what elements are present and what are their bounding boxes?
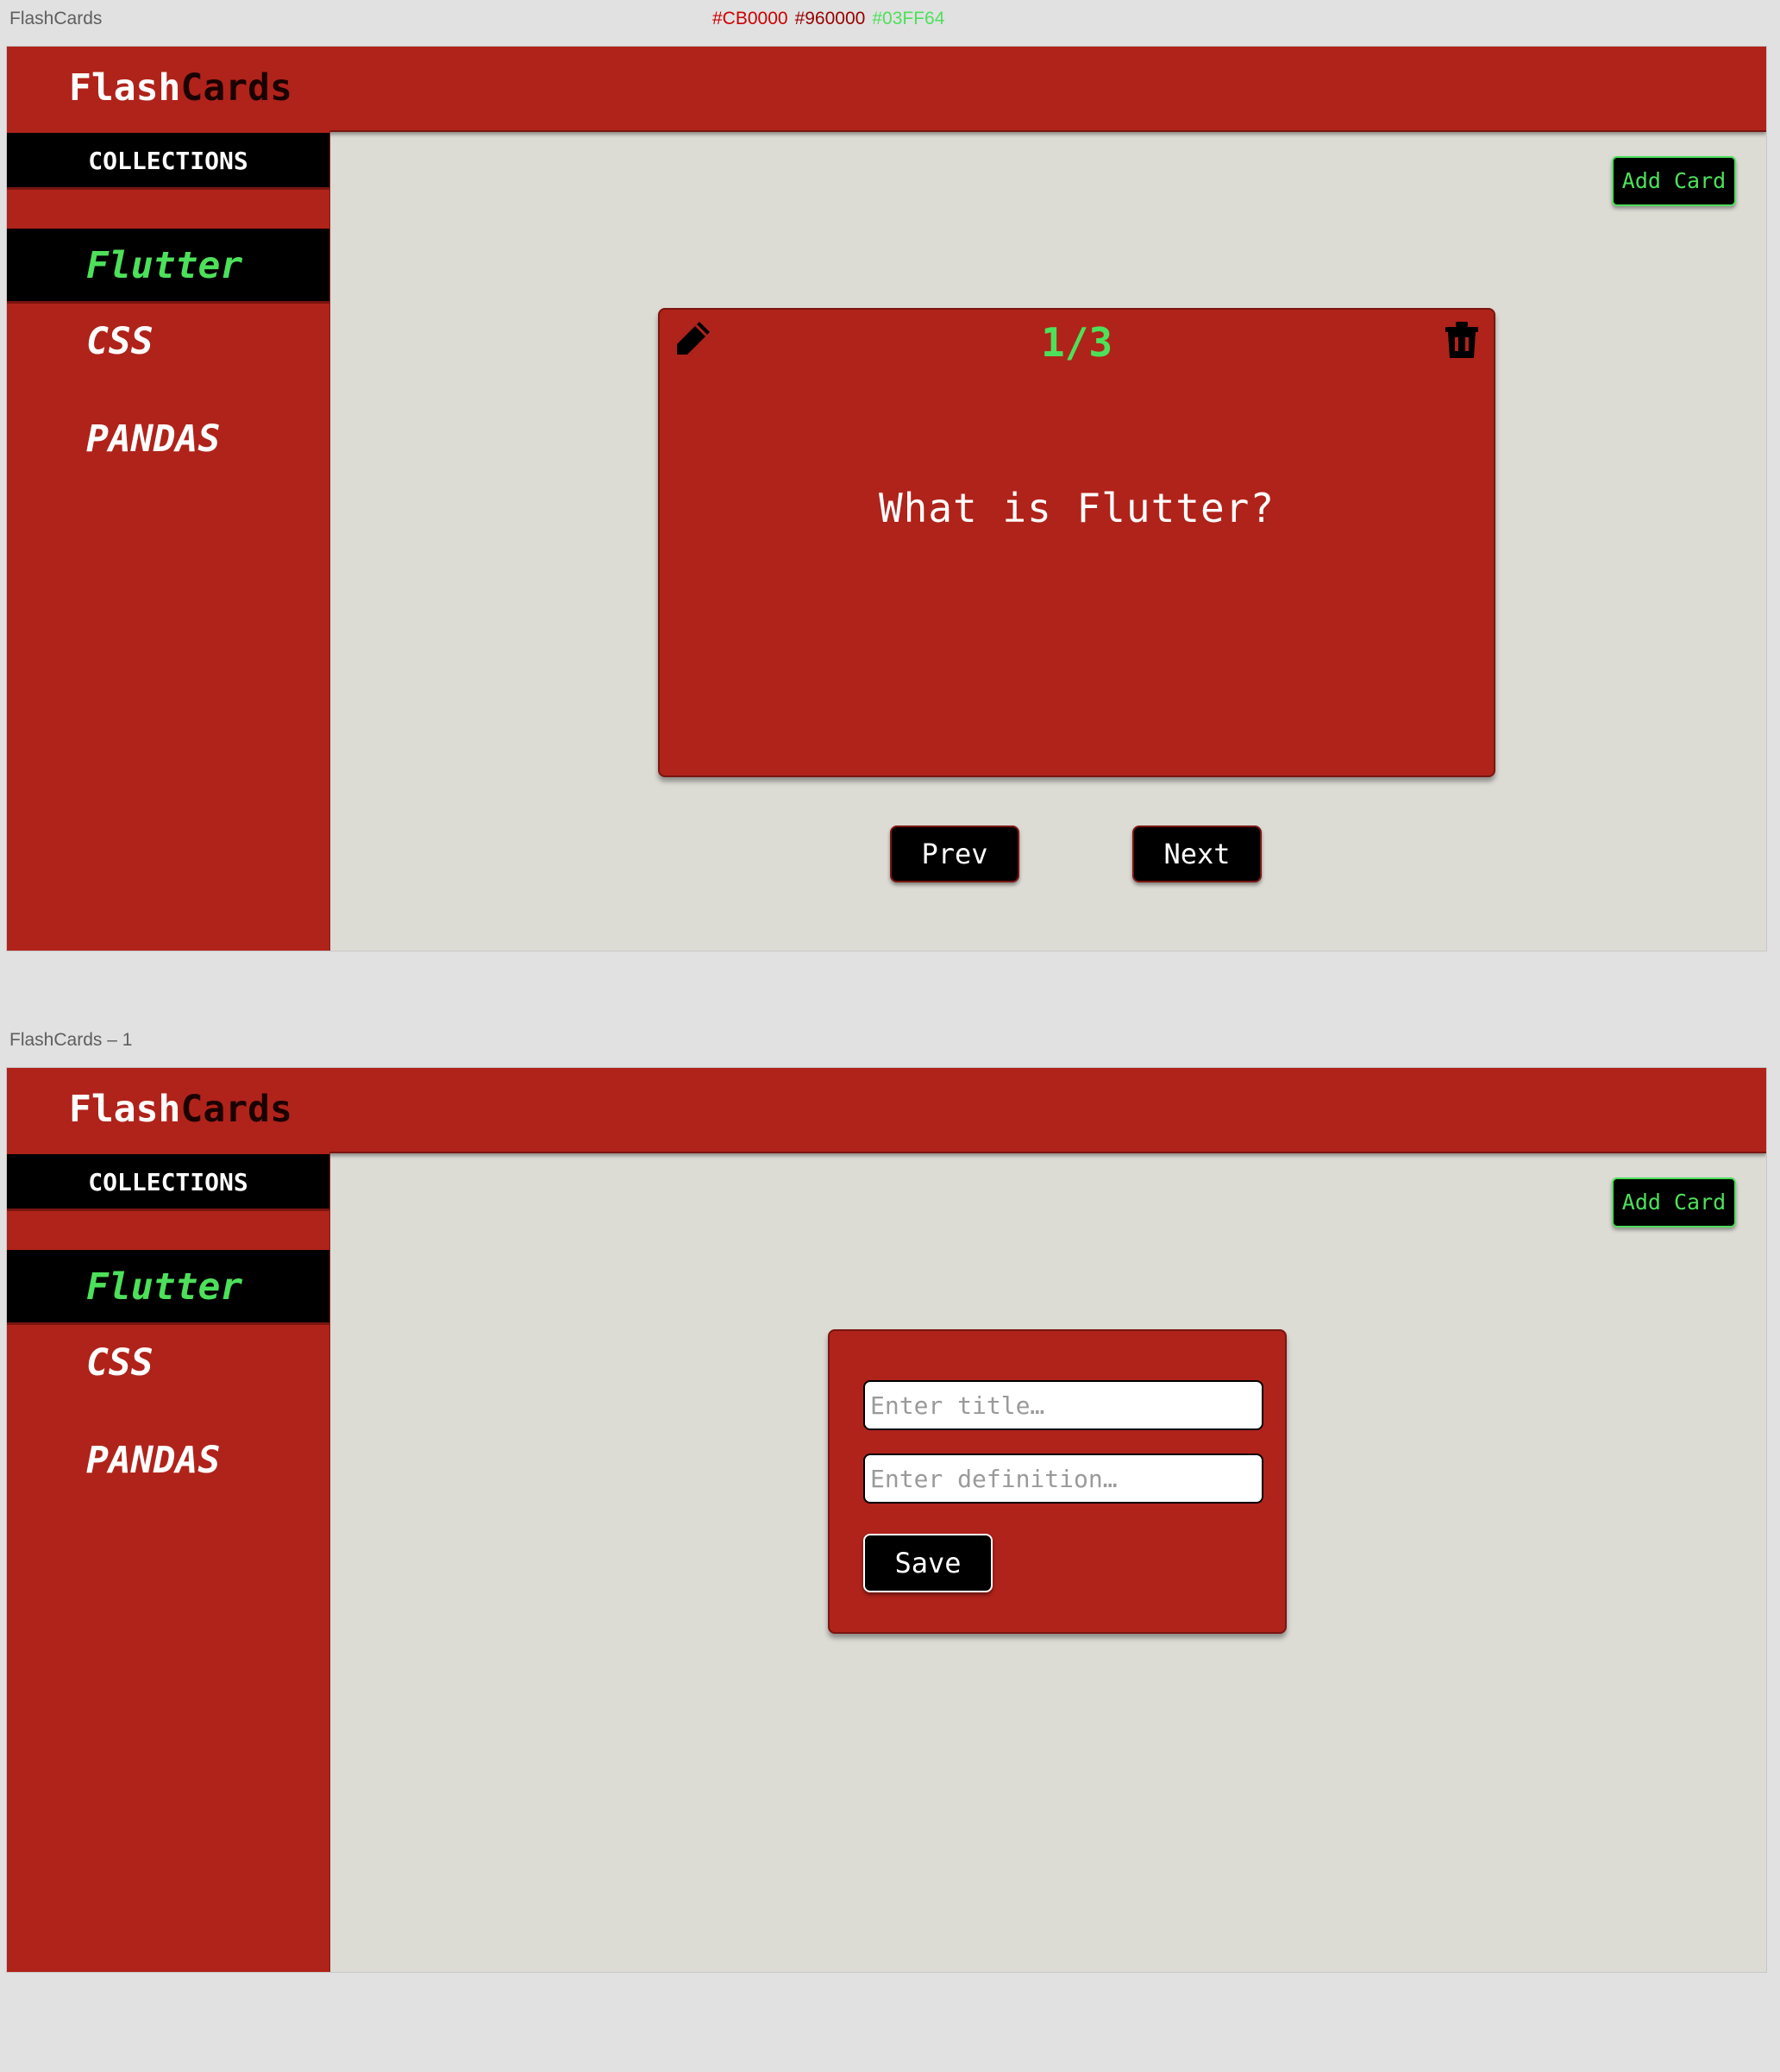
collections-heading: COLLECTIONS [7, 133, 329, 190]
swatch-green: #03FF64 [872, 9, 945, 28]
definition-input[interactable] [863, 1454, 1263, 1504]
prev-button[interactable]: Prev [890, 826, 1019, 882]
logo-cards: Cards [180, 66, 292, 110]
artboard-label-main: FlashCards [9, 9, 103, 28]
collections-heading: COLLECTIONS [7, 1154, 329, 1211]
card-counter: 1/3 [1040, 319, 1113, 366]
sidebar-item-flutter[interactable]: Flutter [7, 229, 329, 304]
flashcards-view-frame: FlashCards COLLECTIONS Flutter CSS PANDA… [6, 46, 1767, 951]
flashcard[interactable]: 1/3 What is Flutter? [658, 308, 1495, 777]
sidebar-item-css[interactable]: CSS [7, 305, 329, 380]
color-swatches: #CB0000 #960000 #03FF64 [712, 9, 951, 29]
next-button[interactable]: Next [1132, 826, 1262, 882]
artboard-label-form: FlashCards – 1 [9, 1030, 133, 1050]
logo-cards: Cards [180, 1088, 292, 1131]
app-logo[interactable]: FlashCards [69, 1085, 292, 1133]
swatch-dark-red: #960000 [794, 9, 866, 28]
app-header: FlashCards [7, 1068, 1766, 1153]
sidebar-item-css[interactable]: CSS [7, 1326, 329, 1401]
title-input[interactable] [863, 1380, 1263, 1430]
app-header: FlashCards [7, 47, 1766, 132]
logo-flash: Flash [69, 66, 181, 110]
sidebar-item-flutter[interactable]: Flutter [7, 1250, 329, 1325]
flashcards-form-frame: FlashCards COLLECTIONS Flutter CSS PANDA… [6, 1067, 1767, 1973]
save-button[interactable]: Save [863, 1534, 993, 1592]
logo-flash: Flash [69, 1088, 181, 1131]
sidebar: COLLECTIONS Flutter CSS PANDAS [7, 130, 330, 951]
app-logo[interactable]: FlashCards [69, 64, 292, 112]
sidebar: COLLECTIONS Flutter CSS PANDAS [7, 1152, 330, 1972]
sidebar-item-pandas[interactable]: PANDAS [7, 1423, 329, 1498]
add-card-button[interactable]: Add Card [1612, 1177, 1736, 1228]
sidebar-item-pandas[interactable]: PANDAS [7, 402, 329, 477]
add-card-button[interactable]: Add Card [1612, 156, 1736, 206]
card-question: What is Flutter? [878, 485, 1275, 531]
swatch-red: #CB0000 [712, 9, 788, 28]
trash-icon[interactable] [1444, 320, 1480, 360]
add-card-form: Save [828, 1329, 1287, 1634]
